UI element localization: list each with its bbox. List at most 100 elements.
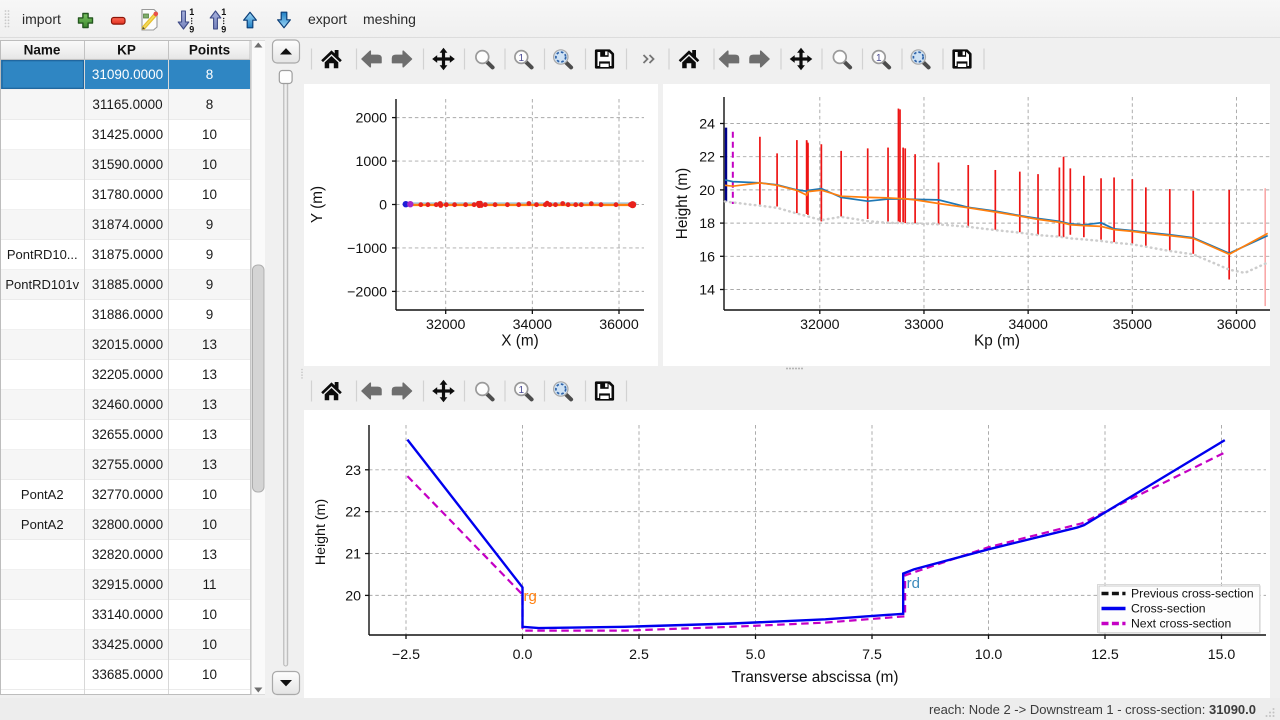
svg-text:1: 1 xyxy=(876,53,882,64)
svg-text:20: 20 xyxy=(699,183,715,199)
svg-text:13: 13 xyxy=(202,337,217,352)
svg-text:0.0: 0.0 xyxy=(513,647,533,663)
svg-text:32655.0000: 32655.0000 xyxy=(92,427,163,442)
svg-text:32820.0000: 32820.0000 xyxy=(92,547,163,562)
svg-text:18: 18 xyxy=(699,216,715,232)
svg-text:5.0: 5.0 xyxy=(746,647,766,663)
svg-text:32000: 32000 xyxy=(800,317,840,333)
svg-text:Next cross-section: Next cross-section xyxy=(1131,617,1231,631)
svg-text:Kp (m): Kp (m) xyxy=(974,333,1020,350)
svg-text:1: 1 xyxy=(189,7,194,17)
svg-text:11: 11 xyxy=(202,577,216,592)
svg-text:32915.0000: 32915.0000 xyxy=(92,577,163,592)
svg-text:10: 10 xyxy=(202,157,217,172)
svg-text:33425.0000: 33425.0000 xyxy=(92,637,163,652)
svg-text:31165.0000: 31165.0000 xyxy=(92,97,162,112)
svg-text:36000: 36000 xyxy=(599,317,639,333)
svg-text:36000: 36000 xyxy=(1217,317,1257,333)
svg-text:1000: 1000 xyxy=(355,154,387,170)
svg-text:23: 23 xyxy=(345,463,361,479)
svg-text:PontRD10...: PontRD10... xyxy=(7,247,78,262)
svg-text:7.5: 7.5 xyxy=(862,647,882,663)
svg-text:9: 9 xyxy=(206,217,214,232)
svg-text:24: 24 xyxy=(699,117,715,133)
svg-text:31885.0000: 31885.0000 xyxy=(92,277,163,292)
svg-text:13: 13 xyxy=(202,397,217,412)
svg-text:9: 9 xyxy=(206,307,214,322)
svg-text:10: 10 xyxy=(202,607,217,622)
svg-text:Previous cross-section: Previous cross-section xyxy=(1131,587,1254,601)
svg-text:9: 9 xyxy=(189,25,194,35)
svg-text:10: 10 xyxy=(202,517,217,532)
svg-text:10: 10 xyxy=(202,127,217,142)
svg-text:10: 10 xyxy=(202,667,217,682)
svg-text:Transverse abscissa (m): Transverse abscissa (m) xyxy=(732,669,899,686)
svg-text:32800.0000: 32800.0000 xyxy=(92,517,163,532)
svg-text:20: 20 xyxy=(345,588,361,604)
svg-text:10: 10 xyxy=(202,637,217,652)
svg-text:2.5: 2.5 xyxy=(629,647,649,663)
svg-text:10: 10 xyxy=(202,187,217,202)
svg-text:33685.0000: 33685.0000 xyxy=(92,667,163,682)
svg-text:8: 8 xyxy=(206,67,214,82)
svg-text:22: 22 xyxy=(345,505,361,521)
svg-text:31886.0000: 31886.0000 xyxy=(92,307,163,322)
svg-text:reach: Node 2 -> Downstream 1: reach: Node 2 -> Downstream 1 - cross-se… xyxy=(929,702,1256,717)
svg-text:22: 22 xyxy=(699,150,715,166)
svg-text:13: 13 xyxy=(202,367,217,382)
svg-text:Height (m): Height (m) xyxy=(674,168,691,239)
svg-text:8: 8 xyxy=(206,97,214,112)
svg-text:14: 14 xyxy=(699,283,715,299)
svg-text:export: export xyxy=(308,11,347,27)
svg-text:meshing: meshing xyxy=(363,11,416,27)
svg-text:PontRD101v: PontRD101v xyxy=(5,277,79,292)
svg-text:Y (m): Y (m) xyxy=(309,186,326,223)
svg-text:16: 16 xyxy=(699,249,715,265)
svg-text:34000: 34000 xyxy=(513,317,553,333)
svg-text:31590.0000: 31590.0000 xyxy=(92,157,163,172)
svg-text:31090.0000: 31090.0000 xyxy=(92,67,163,82)
svg-text:Cross-section: Cross-section xyxy=(1131,602,1206,616)
svg-text:32000: 32000 xyxy=(426,317,466,333)
svg-text:34000: 34000 xyxy=(1008,317,1048,333)
svg-text:0: 0 xyxy=(379,198,387,214)
svg-text:10: 10 xyxy=(202,487,217,502)
svg-text:Name: Name xyxy=(24,43,61,58)
svg-text:35000: 35000 xyxy=(1113,317,1153,333)
svg-text:32460.0000: 32460.0000 xyxy=(92,397,163,412)
svg-text:1: 1 xyxy=(221,7,226,17)
svg-text:32205.0000: 32205.0000 xyxy=(92,367,163,382)
svg-text:1: 1 xyxy=(519,53,525,64)
svg-text:32770.0000: 32770.0000 xyxy=(92,487,163,502)
svg-text:−1000: −1000 xyxy=(347,241,387,257)
svg-text:KP: KP xyxy=(117,43,136,58)
svg-text:PontA2: PontA2 xyxy=(21,487,64,502)
svg-text:12.5: 12.5 xyxy=(1091,647,1119,663)
svg-text:33140.0000: 33140.0000 xyxy=(92,607,163,622)
svg-text:import: import xyxy=(22,11,61,27)
svg-text:32755.0000: 32755.0000 xyxy=(92,457,163,472)
svg-text:13: 13 xyxy=(202,427,217,442)
svg-text:Points: Points xyxy=(189,43,230,58)
svg-text:9: 9 xyxy=(206,247,214,262)
svg-text:31425.0000: 31425.0000 xyxy=(92,127,163,142)
svg-text:15.0: 15.0 xyxy=(1208,647,1236,663)
svg-text:32015.0000: 32015.0000 xyxy=(92,337,163,352)
svg-text:9: 9 xyxy=(221,25,226,35)
svg-text:33000: 33000 xyxy=(904,317,944,333)
svg-text:X (m): X (m) xyxy=(501,333,538,350)
svg-text:PontA2: PontA2 xyxy=(21,517,64,532)
svg-text:Height (m): Height (m) xyxy=(313,499,329,565)
svg-text:rg: rg xyxy=(524,588,537,605)
svg-text:−2.5: −2.5 xyxy=(392,647,420,663)
svg-text:10.0: 10.0 xyxy=(975,647,1003,663)
svg-text:31875.0000: 31875.0000 xyxy=(92,247,163,262)
svg-text:21: 21 xyxy=(345,547,361,563)
svg-text:13: 13 xyxy=(202,547,217,562)
svg-text:rd: rd xyxy=(907,575,920,592)
svg-text:1: 1 xyxy=(519,385,525,396)
svg-text:−2000: −2000 xyxy=(347,284,387,300)
svg-text:2000: 2000 xyxy=(355,111,387,127)
svg-text:31780.0000: 31780.0000 xyxy=(92,187,163,202)
svg-text:13: 13 xyxy=(202,457,217,472)
